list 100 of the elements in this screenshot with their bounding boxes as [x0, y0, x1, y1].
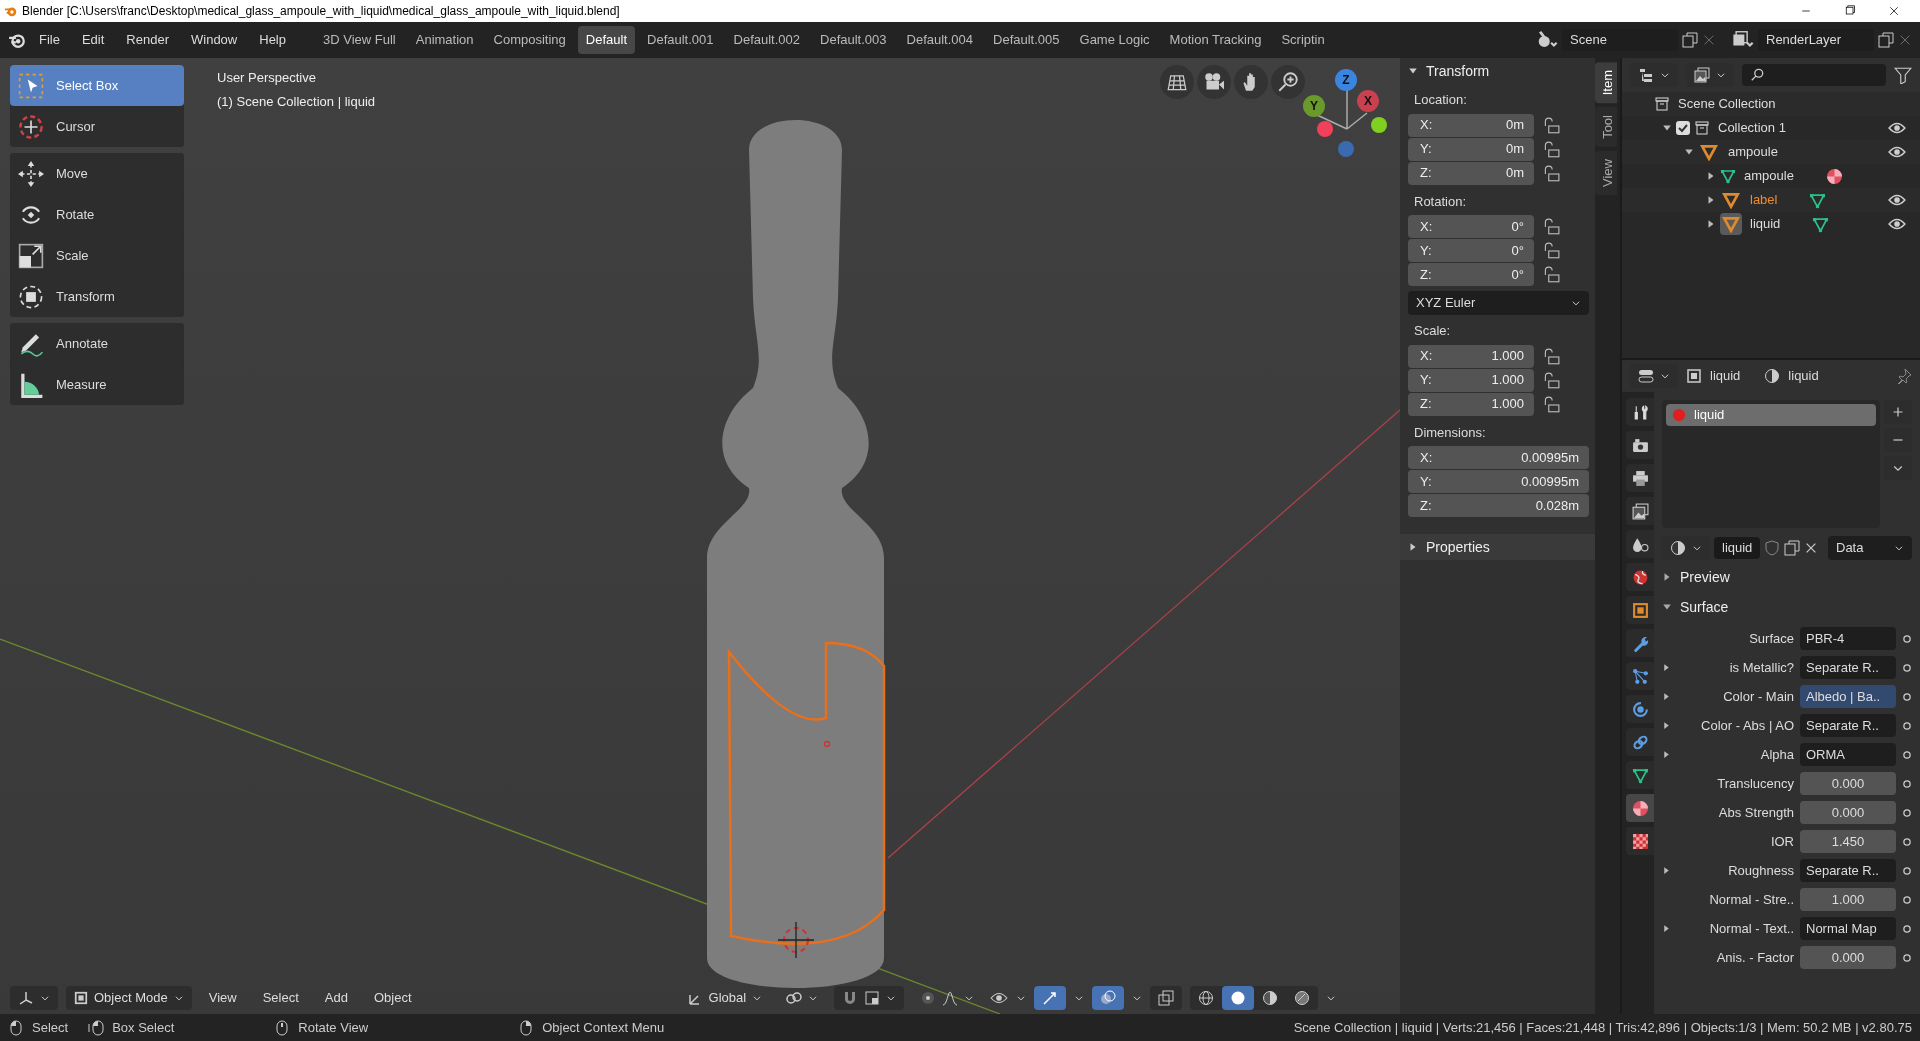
number-field[interactable]: 0.000: [1800, 946, 1896, 969]
number-field[interactable]: Z: 0m: [1408, 161, 1534, 185]
panel-header[interactable]: Properties: [1400, 534, 1595, 560]
unlocked-padlock-icon[interactable]: [1542, 242, 1560, 260]
material-sphere-icon[interactable]: [1825, 167, 1843, 185]
gizmo-toggle[interactable]: [1034, 986, 1067, 1010]
axis-gizmo-ball[interactable]: Y: [1303, 95, 1325, 117]
number-field[interactable]: Z: 0.028m: [1408, 494, 1589, 517]
grid-view-button[interactable]: [1160, 65, 1194, 99]
number-field[interactable]: X: 0m: [1408, 113, 1534, 137]
expanded-arrow-icon[interactable]: [1684, 147, 1694, 157]
properties-tab[interactable]: [1626, 497, 1654, 525]
workspace-tab[interactable]: Compositing: [485, 26, 574, 54]
axis-gizmo-dot[interactable]: [1338, 141, 1354, 157]
rotation-mode-dropdown[interactable]: XYZ Euler: [1408, 291, 1589, 315]
properties-tab[interactable]: [1626, 794, 1654, 822]
properties-tab[interactable]: [1626, 398, 1654, 426]
number-field[interactable]: X: 0.00995m: [1408, 446, 1589, 469]
number-field[interactable]: 0.000: [1800, 801, 1896, 824]
scene-field[interactable]: Scene: [1562, 29, 1678, 51]
outliner-item[interactable]: Collection 1: [1718, 118, 1786, 138]
tool-button[interactable]: Select Box: [10, 65, 184, 106]
workspace-tab[interactable]: Default.003: [812, 26, 895, 54]
shader-dropdown[interactable]: PBR-4: [1800, 627, 1896, 650]
blender-logo-icon[interactable]: [8, 31, 26, 49]
socket-dot-icon[interactable]: [1902, 836, 1912, 847]
layer-field[interactable]: RenderLayer: [1758, 29, 1874, 51]
axis-gizmo-ball[interactable]: X: [1357, 90, 1379, 112]
menu-item[interactable]: Select: [253, 986, 308, 1010]
properties-tab[interactable]: [1626, 728, 1654, 756]
object-icon[interactable]: [1720, 213, 1742, 235]
expand-arrow-icon[interactable]: [1662, 721, 1671, 730]
sidebar-tab[interactable]: Item: [1595, 62, 1617, 104]
expanded-arrow-icon[interactable]: [1662, 123, 1672, 133]
workspace-tab[interactable]: Motion Tracking: [1161, 26, 1270, 54]
properties-tab[interactable]: [1626, 761, 1654, 789]
socket-dot-icon[interactable]: [1902, 865, 1912, 876]
unlocked-padlock-icon[interactable]: [1542, 140, 1560, 159]
collapsed-arrow-icon[interactable]: [1706, 195, 1716, 205]
close-icon[interactable]: [1888, 5, 1900, 17]
properties-tab[interactable]: [1626, 695, 1654, 723]
socket-dot-icon[interactable]: [1902, 923, 1912, 934]
number-field[interactable]: 0.000: [1800, 772, 1896, 795]
expand-arrow-icon[interactable]: [1662, 663, 1671, 672]
maximize-icon[interactable]: [1844, 5, 1856, 17]
link-dropdown[interactable]: Separate R..: [1800, 859, 1896, 882]
copy-icon[interactable]: [1878, 32, 1894, 48]
workspace-tab[interactable]: Default.005: [985, 26, 1068, 54]
link-dropdown[interactable]: Separate R..: [1800, 714, 1896, 737]
socket-dot-icon[interactable]: [1902, 720, 1912, 731]
socket-dot-icon[interactable]: [1902, 807, 1912, 818]
mesh-triangle-icon[interactable]: [1809, 191, 1827, 209]
outliner-item[interactable]: Scene Collection: [1678, 94, 1776, 114]
shading-mode-button[interactable]: [1222, 986, 1255, 1010]
unlocked-padlock-icon[interactable]: [1542, 266, 1560, 284]
copy-icon[interactable]: [1784, 540, 1801, 556]
unlocked-padlock-icon[interactable]: [1542, 347, 1560, 366]
search-field[interactable]: [1742, 64, 1886, 86]
link-dropdown[interactable]: Normal Map: [1800, 917, 1896, 940]
mode-dropdown[interactable]: Object Mode: [66, 986, 192, 1010]
workspace-tab[interactable]: Default.001: [639, 26, 722, 54]
menu-item[interactable]: Add: [315, 986, 357, 1010]
expand-arrow-icon[interactable]: [1662, 750, 1671, 759]
unlocked-padlock-icon[interactable]: [1542, 164, 1560, 183]
workspace-tab[interactable]: Game Logic: [1071, 26, 1158, 54]
workspace-tab[interactable]: Default.004: [898, 26, 981, 54]
properties-tab[interactable]: [1626, 662, 1654, 690]
socket-dot-icon[interactable]: [1902, 749, 1912, 760]
pin-icon[interactable]: [1896, 368, 1912, 384]
number-field[interactable]: 1.450: [1800, 830, 1896, 853]
properties-tab[interactable]: [1626, 827, 1654, 855]
socket-dot-icon[interactable]: [1902, 894, 1912, 905]
copy-icon[interactable]: [1682, 32, 1698, 48]
pan-button[interactable]: [1234, 65, 1268, 99]
socket-dot-icon[interactable]: [1902, 662, 1912, 673]
socket-dot-icon[interactable]: [1902, 633, 1912, 644]
number-field[interactable]: Y: 1.000: [1408, 368, 1534, 392]
mesh-triangle-icon[interactable]: [1812, 215, 1830, 233]
properties-tab[interactable]: [1626, 629, 1654, 657]
workspace-tab[interactable]: 3D View Full: [315, 26, 404, 54]
sidebar-tab[interactable]: View: [1595, 151, 1617, 196]
overlays-toggle[interactable]: [1092, 986, 1125, 1010]
properties-tab[interactable]: [1626, 530, 1654, 558]
number-field[interactable]: Y: 0m: [1408, 137, 1534, 161]
menu-item[interactable]: Edit: [72, 28, 114, 52]
number-field[interactable]: 1.000: [1800, 888, 1896, 911]
socket-dot-icon[interactable]: [1902, 952, 1912, 963]
menu-item[interactable]: Help: [250, 28, 295, 52]
menu-item[interactable]: File: [30, 28, 69, 52]
number-field[interactable]: Z: 1.000: [1408, 392, 1534, 416]
link-dropdown[interactable]: Separate R..: [1800, 656, 1896, 679]
link-dropdown[interactable]: Data: [1828, 536, 1912, 560]
camera-view-button[interactable]: [1197, 65, 1231, 99]
material-name-field[interactable]: liquid: [1714, 537, 1761, 559]
shield-icon[interactable]: [1764, 540, 1781, 556]
orientation-dropdown[interactable]: Global: [678, 986, 771, 1010]
unlocked-padlock-icon[interactable]: [1542, 395, 1560, 414]
expand-arrow-icon[interactable]: [1662, 924, 1671, 933]
unlocked-padlock-icon[interactable]: [1542, 116, 1560, 135]
checkbox[interactable]: [1676, 121, 1690, 135]
